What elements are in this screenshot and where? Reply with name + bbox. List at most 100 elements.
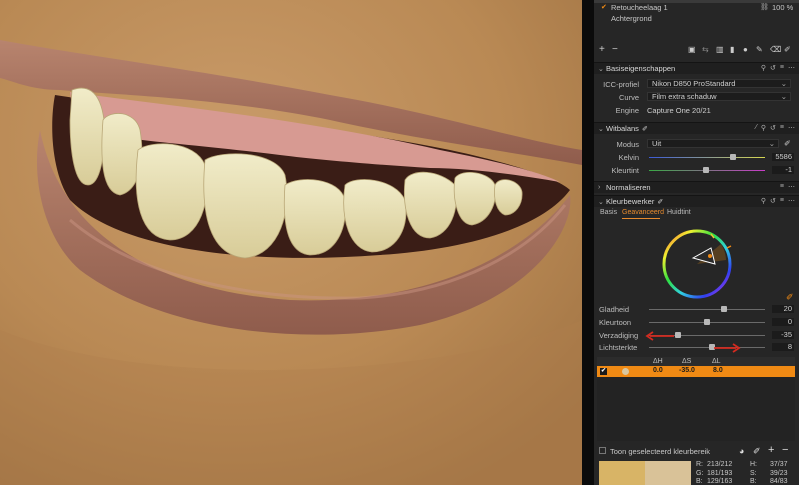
- remove-icon[interactable]: −: [782, 444, 788, 456]
- readout-brightness-value: 84/83: [770, 478, 788, 485]
- pin-icon[interactable]: ⚲: [761, 64, 766, 72]
- readout-b-label: B:: [696, 478, 703, 485]
- annotation-arrow-right-icon: [714, 343, 741, 353]
- slider-value[interactable]: 0: [772, 318, 794, 326]
- fill-icon[interactable]: ▥: [716, 45, 724, 54]
- kelvin-value[interactable]: 5586: [772, 153, 794, 161]
- reset-icon[interactable]: ↺: [770, 64, 776, 72]
- more-icon[interactable]: ⋯: [788, 197, 795, 205]
- slider-row-hue: Kleurtoon 0: [594, 318, 799, 329]
- menu-icon[interactable]: ≡: [780, 124, 784, 132]
- layer-name: Achtergrond: [611, 14, 652, 23]
- remove-layer-icon[interactable]: −: [612, 44, 618, 55]
- delta-s-value: -35.0: [679, 367, 695, 374]
- tab-advanced[interactable]: Geavanceerd: [622, 209, 664, 216]
- show-range-row: Toon geselecteerd kleurbereik ◕ ✐ + −: [594, 444, 799, 457]
- gradient-icon[interactable]: ▮: [730, 45, 734, 54]
- active-tab-indicator: [622, 218, 660, 219]
- add-icon[interactable]: +: [768, 444, 774, 456]
- chevron-down-icon: ⌄: [768, 139, 775, 148]
- tint-value[interactable]: -1: [772, 166, 794, 174]
- menu-icon[interactable]: ≡: [780, 197, 784, 205]
- delta-l-value: 8.0: [713, 367, 723, 374]
- slider-track[interactable]: [649, 309, 765, 310]
- eraser-icon[interactable]: ⌫: [770, 45, 781, 54]
- swatch-before: [599, 461, 645, 485]
- panel-divider[interactable]: [582, 0, 594, 485]
- menu-icon[interactable]: ≡: [780, 64, 784, 72]
- slider-track[interactable]: [649, 347, 765, 348]
- row-checkbox[interactable]: ✔: [600, 368, 607, 375]
- more-icon[interactable]: ⋯: [788, 183, 795, 191]
- wb-picker-icon[interactable]: ✐: [784, 139, 791, 148]
- swatch-after: [645, 461, 691, 485]
- tool-title: Normaliseren: [606, 183, 651, 192]
- photo-canvas: [0, 0, 582, 485]
- tint-slider-handle[interactable]: [702, 167, 709, 173]
- slider-label: Kleurtoon: [599, 318, 632, 327]
- icc-value: Nikon D850 ProStandard: [652, 79, 736, 88]
- color-wheel-icon[interactable]: ◕: [739, 446, 744, 456]
- add-layer-icon[interactable]: +: [599, 44, 605, 55]
- color-wheel[interactable]: [659, 226, 735, 302]
- slider-value[interactable]: 20: [772, 305, 794, 313]
- kelvin-slider-handle[interactable]: [729, 154, 736, 160]
- swap-icon[interactable]: ⇆: [702, 45, 709, 54]
- readout-r-label: R:: [696, 461, 703, 468]
- eyedropper-icon[interactable]: ✐: [786, 292, 794, 303]
- kelvin-track[interactable]: [649, 157, 765, 158]
- show-range-checkbox[interactable]: [599, 447, 606, 454]
- menu-icon[interactable]: ≡: [780, 183, 784, 191]
- layer-opacity: 100 %: [772, 3, 794, 12]
- reset-icon[interactable]: ↺: [770, 197, 776, 205]
- more-icon[interactable]: ⋯: [788, 64, 795, 72]
- picker-icon[interactable]: ✐: [784, 45, 791, 54]
- wb-mode-select[interactable]: Uit ⌄: [647, 139, 779, 148]
- readout-s-label: S:: [750, 470, 757, 477]
- brush-icon[interactable]: ✎: [756, 45, 763, 54]
- more-icon[interactable]: ⋯: [788, 124, 795, 132]
- chevron-down-icon: ⌄: [780, 92, 787, 101]
- delta-h-value: 0.0: [653, 367, 663, 374]
- slider-value[interactable]: -35: [772, 331, 794, 339]
- layer-row-retouch[interactable]: ✔ Retoucheelaag 1 ⛓ 100 %: [594, 3, 799, 13]
- annotation-arrow-left-icon: [645, 331, 674, 341]
- picker-icon[interactable]: ✐: [642, 125, 648, 133]
- mode-label: Modus: [616, 140, 639, 149]
- slider-label: Lichtsterkte: [599, 343, 638, 352]
- color-point-icon[interactable]: [708, 254, 712, 258]
- icc-label: ICC-profiel: [603, 80, 639, 89]
- tool-header-normalize[interactable]: › Normaliseren ≡ ⋯: [594, 181, 799, 193]
- slider-handle[interactable]: [721, 306, 728, 312]
- chevron-down-icon: ⌄: [598, 65, 604, 73]
- edit-icon[interactable]: ⁄: [756, 124, 757, 132]
- tool-header-basic[interactable]: ⌄ Basiseigenschappen ⚲ ↺ ≡ ⋯: [594, 62, 799, 74]
- slider-handle[interactable]: [704, 319, 710, 325]
- slider-value[interactable]: 8: [772, 343, 794, 351]
- tab-basis[interactable]: Basis: [600, 209, 617, 216]
- tool-header-whitebalance[interactable]: ⌄ Witbalans ✐ ⁄ ⚲ ↺ ≡ ⋯: [594, 122, 799, 134]
- table-row[interactable]: ✔ 0.0 -35.0 8.0: [597, 366, 795, 377]
- tint-label: Kleurtint: [611, 166, 639, 175]
- curve-select[interactable]: Film extra schaduw ⌄: [647, 92, 791, 101]
- picker-icon[interactable]: ✐: [657, 198, 663, 206]
- pin-icon[interactable]: ⚲: [761, 197, 766, 205]
- tool-header-coloreditor[interactable]: ⌄ Kleurbewerker ✐ ⚲ ↺ ≡ ⋯: [594, 195, 799, 207]
- chevron-down-icon: ⌄: [598, 125, 604, 133]
- icc-profile-select[interactable]: Nikon D850 ProStandard ⌄: [647, 79, 791, 88]
- tool-panel: ✔ Retoucheelaag 1 ⛓ 100 % Achtergrond + …: [594, 0, 799, 485]
- layer-row-background[interactable]: Achtergrond: [594, 14, 799, 24]
- tab-skintone[interactable]: Huidtint: [667, 209, 691, 216]
- reset-icon[interactable]: ↺: [770, 124, 776, 132]
- picker-plus-icon[interactable]: ✐: [753, 446, 761, 457]
- column-header: ΔH: [653, 358, 663, 365]
- image-viewer[interactable]: [0, 0, 582, 485]
- chevron-right-icon: ›: [598, 184, 601, 191]
- pin-icon[interactable]: ⚲: [761, 124, 766, 132]
- mask-icon[interactable]: ▣: [688, 45, 696, 54]
- readout-h-value: 37/37: [770, 461, 788, 468]
- readout-b-value: 129/163: [707, 478, 733, 485]
- layer-check-icon[interactable]: ✔: [601, 3, 607, 11]
- radial-icon[interactable]: ●: [743, 45, 748, 54]
- tool-title: Kleurbewerker: [606, 197, 655, 206]
